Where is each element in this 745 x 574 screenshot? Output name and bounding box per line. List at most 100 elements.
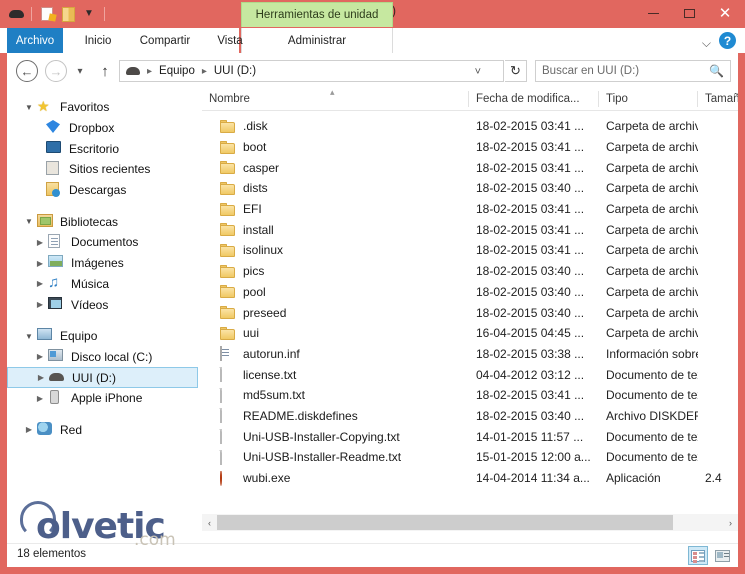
- tab-archivo[interactable]: Archivo: [7, 28, 63, 53]
- table-row[interactable]: EFI 18-02-2015 03:41 ... Carpeta de arch…: [202, 199, 738, 220]
- harddisk-icon: [48, 348, 66, 365]
- scroll-right-button[interactable]: ›: [723, 514, 738, 531]
- table-row[interactable]: dists 18-02-2015 03:40 ... Carpeta de ar…: [202, 178, 738, 199]
- sidebar-group-red[interactable]: ▶ Red: [7, 420, 202, 441]
- sidebar-item-apple-iphone[interactable]: ▶ Apple iPhone: [7, 388, 202, 409]
- cell-date: 15-01-2015 12:00 a...: [476, 450, 591, 465]
- sidebar-item-disco-local-c-label: Disco local (C:): [71, 349, 153, 364]
- cell-type: Información sobre...: [606, 346, 698, 361]
- table-row[interactable]: README.diskdefines 18-02-2015 03:40 ... …: [202, 406, 738, 427]
- large-icons-view-button[interactable]: [712, 546, 732, 565]
- table-row[interactable]: install 18-02-2015 03:41 ... Carpeta de …: [202, 219, 738, 240]
- twisty-closed-icon-videos[interactable]: ▶: [32, 300, 48, 309]
- help-icon[interactable]: ?: [719, 32, 736, 49]
- twisty-closed-icon-disco-c[interactable]: ▶: [32, 352, 48, 361]
- tab-inicio-label: Inicio: [84, 34, 112, 47]
- table-row[interactable]: pool 18-02-2015 03:40 ... Carpeta de arc…: [202, 282, 738, 303]
- cell-name: Uni-USB-Installer-Copying.txt: [202, 429, 469, 445]
- table-row[interactable]: Uni-USB-Installer-Readme.txt 15-01-2015 …: [202, 447, 738, 468]
- cell-name: preseed: [202, 305, 469, 320]
- refresh-icon: ↻: [510, 63, 521, 78]
- sidebar-item-disco-local-c[interactable]: ▶ Disco local (C:): [7, 347, 202, 368]
- cell-type: Carpeta de archivos: [606, 264, 698, 279]
- table-row[interactable]: isolinux 18-02-2015 03:41 ... Carpeta de…: [202, 240, 738, 261]
- file-name: pool: [243, 284, 266, 299]
- column-header-tamano[interactable]: Tamañ: [698, 88, 738, 110]
- breadcrumb[interactable]: ▸ Equipo ▸ UUI (D:) ˅: [119, 60, 504, 82]
- table-row[interactable]: preseed 18-02-2015 03:40 ... Carpeta de …: [202, 302, 738, 323]
- twisty-closed-icon-iphone[interactable]: ▶: [32, 394, 48, 403]
- search-input[interactable]: Buscar en UUI (D:): [542, 65, 709, 77]
- sidebar-item-sitios-recientes-label: Sitios recientes: [69, 162, 151, 177]
- twisty-closed-icon-red[interactable]: ▶: [21, 425, 37, 434]
- sidebar-item-documentos[interactable]: ▶ Documentos: [7, 232, 202, 253]
- contextual-tab-drive-tools[interactable]: Herramientas de unidad: [241, 2, 393, 27]
- back-button[interactable]: ←: [16, 60, 38, 82]
- maximize-button[interactable]: [671, 0, 707, 27]
- cell-type: Carpeta de archivos: [606, 305, 698, 320]
- table-row[interactable]: .disk 18-02-2015 03:41 ... Carpeta de ar…: [202, 116, 738, 137]
- minimize-button[interactable]: [635, 0, 671, 27]
- scrollbar-track[interactable]: [217, 514, 723, 531]
- twisty-open-icon[interactable]: ▼: [21, 103, 37, 112]
- recent-locations-button[interactable]: ▾: [71, 62, 89, 80]
- explorer-window: ▼ UUI (D:) Herramientas de unidad ✕ Arch…: [0, 0, 745, 574]
- sidebar-item-imagenes[interactable]: ▶ Imágenes: [7, 253, 202, 274]
- sidebar-item-uui-d-label: UUI (D:): [72, 370, 116, 385]
- table-row[interactable]: uui 16-04-2015 04:45 ... Carpeta de arch…: [202, 323, 738, 344]
- column-header-nombre[interactable]: Nombre: [202, 88, 469, 110]
- table-row[interactable]: license.txt 04-04-2012 03:12 ... Documen…: [202, 364, 738, 385]
- table-row[interactable]: Uni-USB-Installer-Copying.txt 14-01-2015…: [202, 426, 738, 447]
- table-row[interactable]: casper 18-02-2015 03:41 ... Carpeta de a…: [202, 157, 738, 178]
- sidebar-group-equipo[interactable]: ▼ Equipo: [7, 326, 202, 347]
- twisty-closed-icon-musica[interactable]: ▶: [32, 279, 48, 288]
- table-row[interactable]: autorun.inf 18-02-2015 03:38 ... Informa…: [202, 344, 738, 365]
- table-row[interactable]: pics 18-02-2015 03:40 ... Carpeta de arc…: [202, 261, 738, 282]
- cell-date: 16-04-2015 04:45 ...: [476, 326, 585, 341]
- folder-icon: [220, 160, 236, 175]
- details-view-button[interactable]: [688, 546, 708, 565]
- chevron-down-icon-ribbon[interactable]: ⌵: [702, 36, 711, 51]
- sidebar-item-uui-d[interactable]: ▶ UUI (D:): [7, 367, 198, 388]
- dropbox-icon: [46, 120, 64, 136]
- sidebar-item-musica[interactable]: ▶ ♫ Música: [7, 274, 202, 295]
- sidebar-item-dropbox[interactable]: Dropbox: [7, 118, 202, 139]
- tab-inicio[interactable]: Inicio: [70, 28, 126, 53]
- up-button[interactable]: ↑: [95, 61, 115, 81]
- twisty-closed-icon-documentos[interactable]: ▶: [32, 238, 48, 247]
- scrollbar-thumb[interactable]: [217, 515, 673, 530]
- sidebar-group-favoritos[interactable]: ▼ ★ Favoritos: [7, 97, 202, 118]
- column-header-tipo[interactable]: Tipo: [599, 88, 698, 110]
- sidebar-item-sitios-recientes[interactable]: Sitios recientes: [7, 159, 202, 180]
- sidebar-item-escritorio[interactable]: Escritorio: [7, 138, 202, 159]
- file-name: dists: [243, 181, 268, 196]
- chevron-down-icon-address[interactable]: ˅: [475, 66, 481, 78]
- cell-date: 18-02-2015 03:41 ...: [476, 160, 585, 175]
- column-header-fecha[interactable]: Fecha de modifica...: [469, 88, 599, 110]
- refresh-button[interactable]: ↻: [505, 60, 527, 82]
- scroll-left-button[interactable]: ‹: [202, 514, 217, 531]
- sidebar-item-descargas[interactable]: Descargas: [7, 180, 202, 201]
- tab-vista[interactable]: Vista: [204, 28, 256, 53]
- cell-type: Carpeta de archivos: [606, 160, 698, 175]
- twisty-closed-icon-imagenes[interactable]: ▶: [32, 259, 48, 268]
- file-name: preseed: [243, 305, 287, 320]
- tab-compartir[interactable]: Compartir: [126, 28, 204, 53]
- file-list: Nombre Fecha de modifica... Tipo Tamañ ▴: [202, 87, 738, 543]
- twisty-closed-icon-uui[interactable]: ▶: [33, 373, 49, 382]
- cell-name: boot: [202, 140, 469, 155]
- breadcrumb-item-uui[interactable]: UUI (D:): [212, 65, 258, 77]
- tab-administrar[interactable]: Administrar: [265, 28, 369, 53]
- twisty-open-icon-bibliotecas[interactable]: ▼: [21, 217, 37, 226]
- forward-button[interactable]: →: [45, 60, 67, 82]
- search-box[interactable]: Buscar en UUI (D:) 🔍: [535, 60, 731, 82]
- table-row[interactable]: boot 18-02-2015 03:41 ... Carpeta de arc…: [202, 137, 738, 158]
- table-row[interactable]: wubi.exe 14-04-2014 11:34 a... Aplicació…: [202, 468, 738, 489]
- table-row[interactable]: md5sum.txt 18-02-2015 03:41 ... Document…: [202, 385, 738, 406]
- sidebar-group-bibliotecas[interactable]: ▼ Bibliotecas: [7, 211, 202, 232]
- breadcrumb-item-equipo[interactable]: Equipo: [157, 65, 197, 77]
- horizontal-scrollbar[interactable]: ‹ ›: [202, 514, 738, 531]
- sidebar-item-videos[interactable]: ▶ Vídeos: [7, 294, 202, 315]
- close-button[interactable]: ✕: [707, 0, 743, 27]
- twisty-open-icon-equipo[interactable]: ▼: [21, 332, 37, 341]
